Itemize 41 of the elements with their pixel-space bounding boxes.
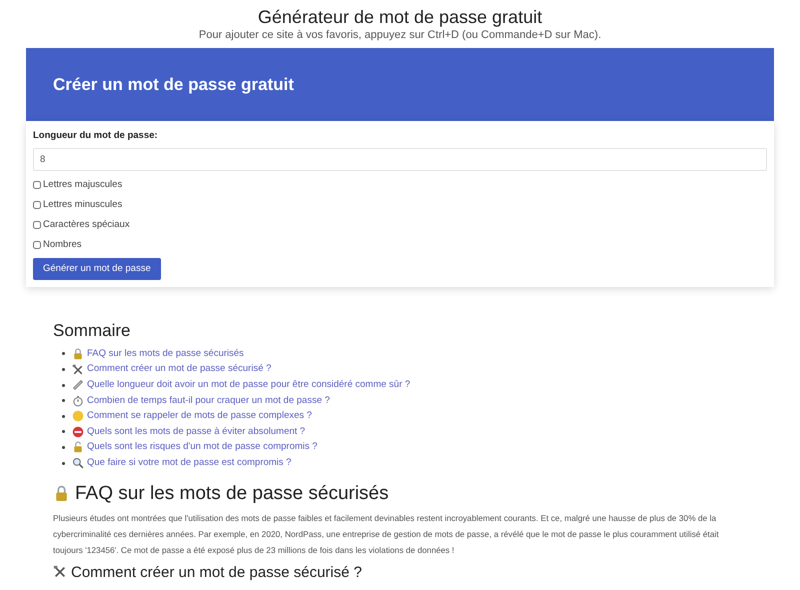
toc-link[interactable]: Quelle longueur doit avoir un mot de passe pour être considéré comme sûr ? — [87, 378, 410, 392]
bullet — [62, 462, 65, 465]
ruler-icon — [72, 379, 84, 392]
page-subtitle: Pour ajouter ce site à vos favoris, appuyez sur Ctrl+D (ou Commande+D sur Mac). — [198, 28, 602, 42]
section-paragraph: Plusieurs études ont montrées que l'utilisation des mots de passe faibles et facilement devinables restent incroyablement courants. Et ce, malgré une hausse de plus de 30% de la cybercriminalité ces dernières années. Par exemple, en 2020, NordPass, une entreprise de gestion de mots de passe, a révélé que le mot de passe le plus couramment utilisé était toujours '123456'. Ce mot de passe a été exposé plus de 23 millions de fois dans les violations de données ! — [53, 512, 720, 557]
bullet — [62, 368, 65, 372]
toc-link[interactable]: Que faire si votre mot de passe est compromis ? — [87, 456, 292, 470]
toc-link[interactable]: Quels sont les mots de passe à éviter absolument ? — [87, 424, 306, 440]
bullet — [62, 446, 65, 449]
option-checkbox[interactable] — [33, 241, 41, 249]
option-label: Lettres majuscules — [43, 178, 122, 192]
bullet — [62, 430, 65, 434]
bullet — [62, 414, 65, 418]
length-label: Longueur du mot de passe: — [33, 129, 159, 143]
option-checkbox[interactable] — [33, 181, 41, 189]
subsection-heading: Comment créer un mot de passe sécurisé ? — [71, 564, 362, 581]
toc-link[interactable]: FAQ sur les mots de passe sécurisés — [87, 346, 244, 362]
option-checkbox[interactable] — [33, 201, 41, 209]
bullet — [62, 399, 65, 402]
toc-title: Sommaire — [53, 321, 132, 342]
bullet — [62, 384, 65, 387]
toc-link[interactable]: Comment créer un mot de passe sécurisé ? — [87, 362, 272, 377]
lock-icon — [53, 485, 70, 502]
generate-button[interactable]: Générer un mot de passe — [33, 258, 161, 280]
length-input[interactable]: 8 — [33, 148, 767, 171]
option-checkbox[interactable] — [33, 221, 41, 229]
unlocked-lock-icon — [72, 441, 84, 454]
option-label: Nombres — [43, 238, 82, 252]
section-heading: FAQ sur les mots de passe sécurisés — [75, 482, 389, 505]
option-label: Caractères spéciaux — [43, 218, 130, 232]
stopwatch-icon — [72, 394, 84, 407]
toc-link[interactable]: Quels sont les risques d'un mot de passe compromis ? — [87, 440, 318, 455]
toc-link[interactable]: Combien de temps faut-il pour craquer un mot de passe ? — [87, 394, 330, 408]
page-title: Générateur de mot de passe gratuit — [258, 6, 542, 28]
no-entry-icon — [72, 426, 84, 438]
option-label: Lettres minuscules — [43, 198, 122, 212]
search-icon — [72, 457, 84, 470]
card-title: Créer un mot de passe gratuit — [53, 74, 294, 96]
lock-icon — [72, 348, 84, 360]
toc-link[interactable]: Comment se rappeler de mots de passe complexes ? — [87, 409, 312, 424]
bullet — [62, 352, 65, 356]
